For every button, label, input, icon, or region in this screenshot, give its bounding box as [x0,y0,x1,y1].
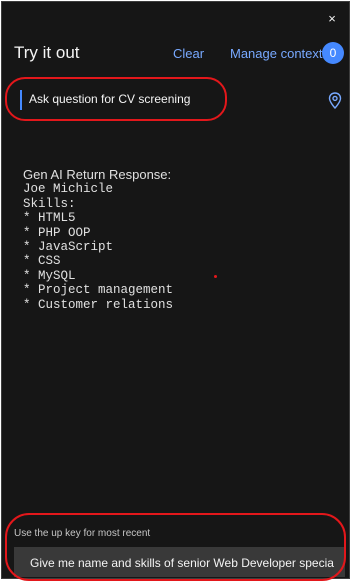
prompt-label: Ask question for CV screening [29,92,191,106]
response-output: Gen AI Return Response: Joe Michicle Ski… [23,167,174,312]
response-line: Skills: [23,196,76,211]
response-line: * MySQL [23,268,76,283]
prompt-accent-bar [20,90,22,110]
response-line: * Project management [23,283,174,298]
question-input[interactable]: Give me name and skills of senior Web De… [14,547,345,577]
context-count-badge[interactable]: 0 [322,42,344,64]
clear-button[interactable]: Clear [173,46,204,61]
response-line: Joe Michicle [23,182,114,197]
response-line: * JavaScript [23,240,114,255]
manage-context-button[interactable]: Manage context [230,46,323,61]
input-hint: Use the up key for most recent [14,528,151,539]
response-line: * Customer relations [23,297,174,312]
close-icon[interactable]: × [324,11,340,27]
response-line: * CSS [23,254,61,269]
location-pin-icon[interactable] [328,92,342,109]
try-it-out-panel: × Try it out Clear Manage context 0 Ask … [1,1,350,579]
question-input-value: Give me name and skills of senior Web De… [30,556,334,570]
response-line: * PHP OOP [23,225,91,240]
response-heading: Gen AI Return Response: [23,167,172,182]
annotation-dot [214,275,217,278]
panel-title: Try it out [14,43,80,62]
response-line: * HTML5 [23,211,76,226]
prompt-selector[interactable]: Ask question for CV screening [20,88,288,112]
